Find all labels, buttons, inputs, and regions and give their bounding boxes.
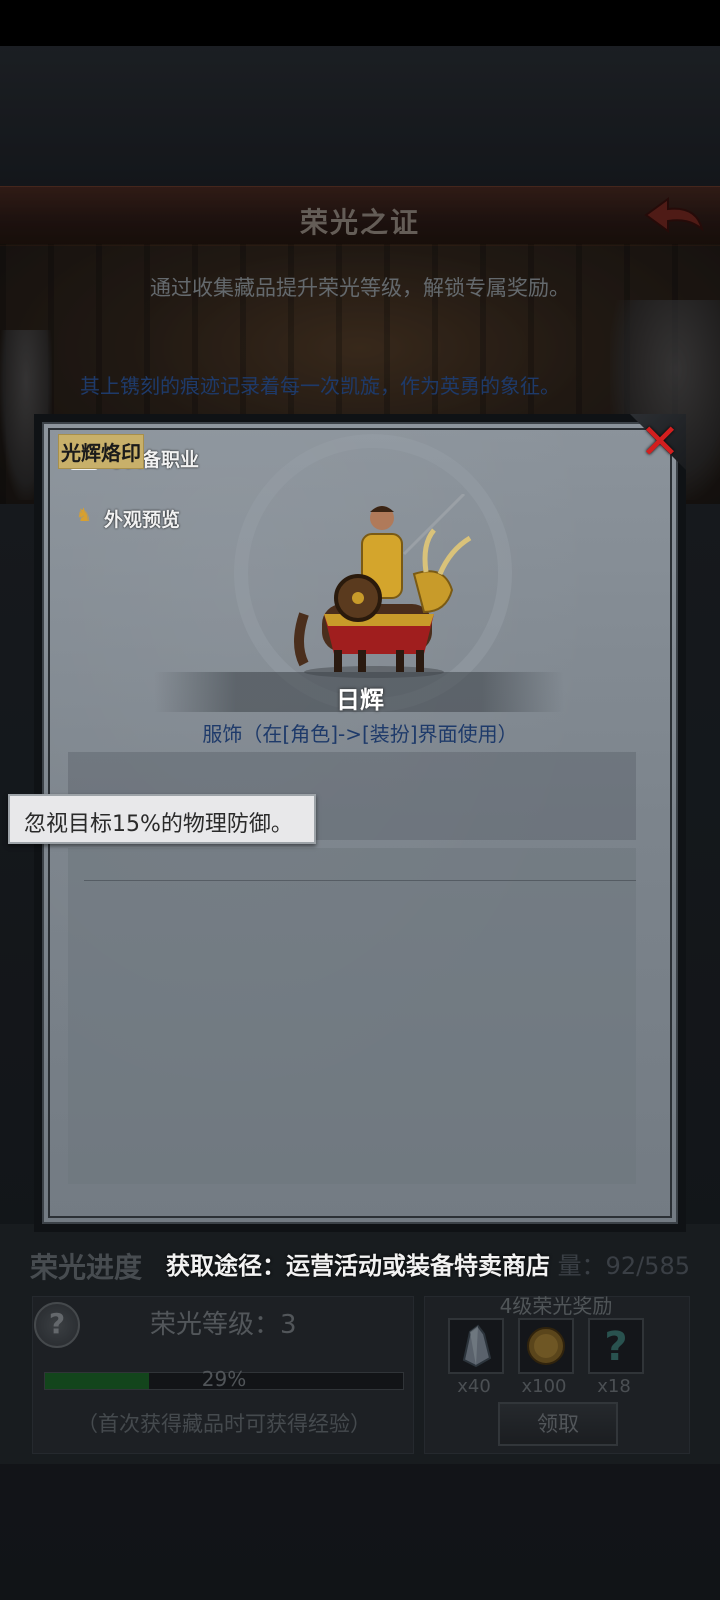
appearance-preview-label: 外观预览: [104, 509, 181, 531]
mount-knight-image: [274, 492, 474, 684]
skill-box: [68, 848, 636, 1184]
item-name: 日辉: [336, 686, 384, 714]
mount-knight-illustration: [294, 492, 472, 678]
acquisition-path: 获取途径：运营活动或装备特卖商店: [166, 1252, 550, 1280]
skill-tooltip-text: 忽视目标15%的物理防御。: [24, 812, 293, 837]
item-type: 服饰（在[角色]->[装扮]界面使用）: [202, 722, 518, 746]
skill-tooltip: 忽视目标15%的物理防御。: [8, 794, 316, 844]
appearance-icon: ♞: [75, 505, 93, 526]
skill-divider: [84, 880, 636, 881]
item-description: 其上镌刻的痕迹记录着每一次凯旋，作为英勇的象征。: [80, 374, 560, 398]
close-icon[interactable]: ✕: [634, 416, 686, 468]
skill-name-tag[interactable]: 光辉烙印: [58, 434, 144, 469]
